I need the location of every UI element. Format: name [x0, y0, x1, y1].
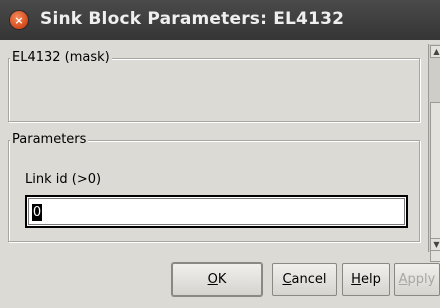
- apply-mnemonic: A: [398, 272, 408, 287]
- ok-button[interactable]: OK: [172, 263, 262, 296]
- cancel-mnemonic: C: [282, 272, 292, 287]
- close-button[interactable]: ×: [10, 11, 28, 29]
- window-title: Sink Block Parameters: EL4132: [40, 9, 345, 29]
- apply-label: pply: [407, 272, 436, 287]
- apply-button[interactable]: Apply: [394, 263, 440, 296]
- ok-label: K: [217, 272, 227, 287]
- arrow-up-icon[interactable]: ▲: [430, 45, 440, 58]
- link-id-input[interactable]: 0: [25, 195, 408, 228]
- link-id-label: Link id (>0): [25, 172, 102, 187]
- mask-description-group: [8, 58, 420, 122]
- mask-group-legend: EL4132 (mask): [10, 50, 112, 65]
- cancel-button[interactable]: Cancel: [272, 263, 337, 296]
- help-button[interactable]: Help: [342, 263, 390, 296]
- arrow-down-icon[interactable]: ▼: [430, 238, 440, 251]
- vertical-scrollbar[interactable]: ▲ ▼: [428, 44, 440, 262]
- parameters-group-legend: Parameters: [10, 132, 89, 147]
- help-label: elp: [360, 272, 381, 287]
- cancel-label: ancel: [291, 272, 327, 287]
- close-icon: ×: [14, 13, 24, 27]
- link-id-value: 0: [32, 204, 42, 221]
- link-id-input-field[interactable]: 0: [28, 198, 405, 225]
- title-bar: × Sink Block Parameters: EL4132: [0, 0, 440, 40]
- ok-mnemonic: O: [207, 272, 218, 287]
- help-mnemonic: H: [351, 272, 361, 287]
